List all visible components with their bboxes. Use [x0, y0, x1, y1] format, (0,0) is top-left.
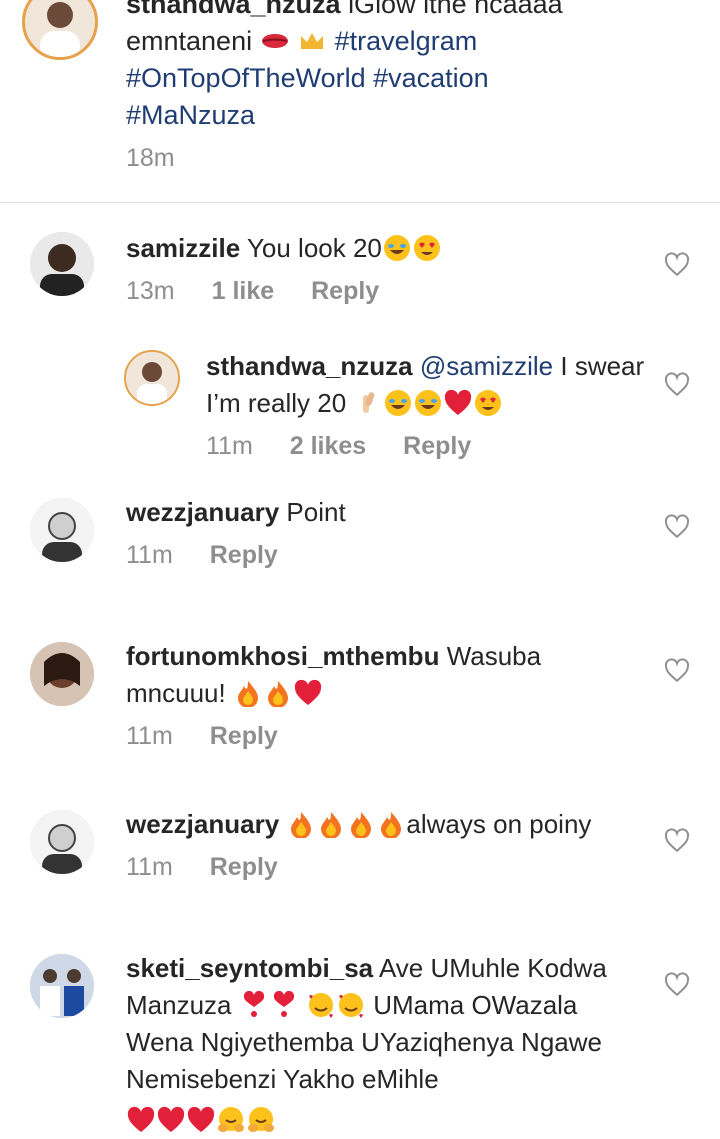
like-heart-icon[interactable] — [664, 252, 690, 278]
reply-mention[interactable]: @samizzile — [420, 351, 553, 381]
comment-username[interactable]: wezzjanuary — [126, 809, 279, 839]
like-heart-icon[interactable] — [664, 514, 690, 540]
caption-time: 18m — [126, 144, 175, 172]
comment-username[interactable]: samizzile — [126, 233, 240, 263]
reply-button[interactable]: Reply — [311, 277, 379, 305]
reply-time: 11m — [206, 432, 253, 460]
reply-likes[interactable]: 2 likes — [290, 432, 366, 460]
heart-eyes-emoji — [413, 235, 440, 261]
poster-avatar[interactable] — [22, 0, 98, 60]
hugging-emoji — [218, 1107, 244, 1132]
heart-eyes-emoji — [475, 390, 502, 416]
reply-button[interactable]: Reply — [210, 541, 278, 569]
emoji-line — [126, 1102, 646, 1139]
divider — [0, 202, 720, 203]
comment-username[interactable]: fortunomkhosi_mthembu — [126, 641, 439, 671]
red-heart-emoji — [127, 1106, 155, 1132]
crown-emoji — [301, 33, 324, 49]
fire-emoji — [267, 681, 288, 707]
commenter-avatar[interactable] — [30, 642, 94, 706]
comment-text: Point — [286, 497, 346, 527]
red-heart-emoji — [294, 679, 322, 705]
fire-emoji — [291, 812, 312, 838]
fire-emoji — [381, 812, 402, 838]
commenter-avatar[interactable] — [30, 232, 94, 296]
smiling-hearts-emoji — [338, 993, 363, 1018]
like-heart-icon[interactable] — [664, 828, 690, 854]
reply-button[interactable]: Reply — [210, 853, 278, 881]
comment-meta: 11m Reply — [126, 849, 656, 886]
laughing-emoji — [415, 390, 442, 416]
reply-meta: 11m 2 likes Reply — [206, 428, 646, 465]
replier-avatar[interactable] — [124, 350, 180, 406]
reply-button[interactable]: Reply — [403, 432, 471, 460]
comment-meta: 11m Reply — [126, 718, 646, 755]
smiling-hearts-emoji — [308, 993, 333, 1018]
comment-text: always on poiny — [406, 809, 592, 839]
crossed-fingers-emoji — [363, 392, 375, 413]
comment-time: 13m — [126, 277, 175, 305]
post-caption: sthandwa_nzuza iGlow ithe ncaaaa emntane… — [0, 0, 720, 202]
reply-username[interactable]: sthandwa_nzuza — [206, 351, 413, 381]
heart-exclamation-emoji — [243, 991, 264, 1017]
comment-likes[interactable]: 1 like — [212, 277, 275, 305]
comment-text: You look 20 — [246, 233, 382, 263]
comment-username[interactable]: sketi_seyntombi_sa — [126, 953, 373, 983]
comment-time: 11m — [126, 853, 173, 881]
commenter-avatar[interactable] — [30, 810, 94, 874]
hugging-emoji — [248, 1107, 274, 1132]
comment-meta: 13m 1 like Reply — [126, 273, 646, 310]
fire-emoji — [351, 812, 372, 838]
caption-username[interactable]: sthandwa_nzuza — [126, 0, 341, 19]
lips-emoji — [261, 34, 288, 48]
caption-text: sthandwa_nzuza iGlow ithe ncaaaa emntane… — [126, 0, 586, 134]
comment-time: 11m — [126, 541, 173, 569]
reply-button[interactable]: Reply — [210, 722, 278, 750]
like-heart-icon[interactable] — [664, 372, 690, 398]
commenter-avatar[interactable] — [30, 954, 94, 1018]
laughing-emoji — [383, 235, 410, 261]
comment-username[interactable]: wezzjanuary — [126, 497, 279, 527]
fire-emoji — [321, 812, 342, 838]
like-heart-icon[interactable] — [664, 658, 690, 684]
red-heart-emoji — [445, 389, 472, 415]
red-heart-emoji — [187, 1106, 215, 1132]
red-heart-emoji — [157, 1106, 185, 1132]
comment-time: 11m — [126, 722, 173, 750]
laughing-emoji — [385, 390, 412, 416]
commenter-avatar[interactable] — [30, 498, 94, 562]
fire-emoji — [237, 681, 258, 707]
like-heart-icon[interactable] — [664, 972, 690, 998]
heart-exclamation-emoji — [273, 991, 294, 1017]
comment-meta: 11m Reply — [126, 537, 646, 574]
